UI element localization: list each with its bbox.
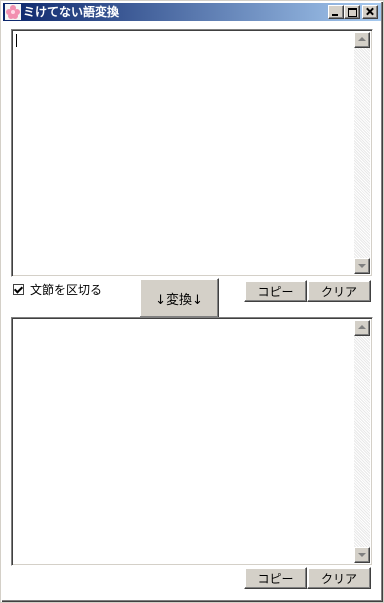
copy-input-button[interactable]: コピー (244, 280, 307, 302)
clear-output-button[interactable]: クリア (307, 567, 371, 589)
minimize-button[interactable] (328, 5, 344, 19)
input-scrollbar[interactable] (354, 32, 370, 274)
window-title: ミけてない語変換 (23, 5, 120, 19)
convert-button[interactable]: ↓変換↓ (139, 278, 219, 318)
app-window: ミけてない語変換 文節を区切る ↓変換↓ コピー クリア コピー クリア (0, 0, 384, 603)
scroll-down-arrow-icon[interactable] (354, 547, 370, 563)
text-caret (16, 34, 17, 47)
maximize-button[interactable] (344, 5, 360, 19)
app-flower-icon (5, 4, 21, 20)
split-phrases-checkbox[interactable] (13, 284, 24, 295)
output-textarea[interactable] (11, 317, 373, 566)
split-phrases-label: 文節を区切る (30, 283, 103, 297)
copy-output-button[interactable]: コピー (244, 567, 307, 589)
scroll-up-arrow-icon[interactable] (354, 320, 370, 336)
output-scrollbar[interactable] (354, 320, 370, 563)
title-bar[interactable]: ミけてない語変換 (3, 3, 381, 21)
close-button[interactable] (362, 5, 378, 19)
input-textarea[interactable] (11, 29, 373, 277)
scroll-down-arrow-icon[interactable] (354, 258, 370, 274)
clear-input-button[interactable]: クリア (307, 280, 371, 302)
scroll-up-arrow-icon[interactable] (354, 32, 370, 48)
